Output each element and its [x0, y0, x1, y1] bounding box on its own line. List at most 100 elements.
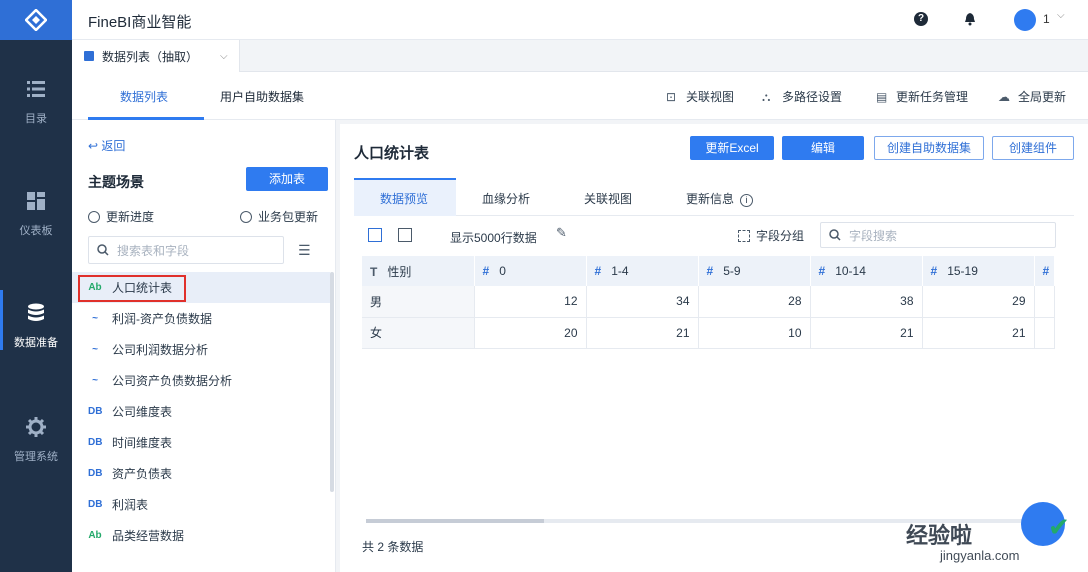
multipath-button[interactable]: ⛬ 多路径设置	[762, 88, 842, 105]
update-progress-link[interactable]: 更新进度	[88, 208, 154, 225]
tab-update-info[interactable]: 更新信息 i	[686, 190, 754, 207]
analysis-icon: ~	[92, 344, 98, 355]
nav-item-admin[interactable]: 管理系统	[0, 416, 72, 464]
relation-view-button[interactable]: ⊡ 关联视图	[666, 88, 734, 105]
list-item-label: 利润表	[112, 498, 149, 512]
app-logo[interactable]	[0, 0, 72, 40]
number-type-icon: #	[594, 264, 602, 278]
column-header[interactable]: #0	[474, 256, 587, 286]
watermark-url: jingyanla.com	[940, 548, 1020, 563]
list-item-label: 公司利润数据分析	[112, 343, 209, 357]
tab-data-preview[interactable]: 数据预览	[380, 190, 428, 207]
tab-lineage[interactable]: 血缘分析	[482, 190, 530, 207]
app-title: FineBI商业智能	[88, 14, 192, 31]
update-task-button[interactable]: ▤ 更新任务管理	[876, 88, 968, 105]
list-item[interactable]: DB 时间维度表	[72, 427, 330, 458]
nav-label: 目录	[25, 113, 47, 125]
column-header[interactable]: #	[1034, 256, 1055, 286]
watermark-text: 经验啦	[906, 523, 973, 548]
global-update-button[interactable]: ☁ 全局更新	[998, 88, 1066, 105]
table-cell	[1034, 317, 1055, 349]
user-name[interactable]: 1	[1043, 12, 1050, 26]
main-card: 人口统计表 更新Excel 编辑 创建自助数据集 创建组件 数据预览 血缘分析 …	[340, 124, 1088, 572]
filter-icon[interactable]: ☰	[298, 242, 311, 259]
field-search-input[interactable]: 字段搜索	[820, 222, 1056, 248]
list-item-label: 利润-资产负债数据	[112, 312, 212, 326]
column-name: 1-4	[611, 264, 629, 278]
column-header[interactable]: #10-14	[810, 256, 923, 286]
list-item[interactable]: ~ 公司利润数据分析	[72, 334, 330, 365]
table-cell: 38	[810, 286, 923, 318]
create-component-button[interactable]: 创建组件	[992, 136, 1074, 160]
chevron-down-icon[interactable]: ⌵	[1057, 10, 1065, 21]
nav-item-dashboard[interactable]: 仪表板	[0, 190, 72, 238]
tab-label: 更新信息	[686, 192, 735, 206]
nav-label: 数据准备	[14, 337, 58, 349]
column-header[interactable]: T 性别	[362, 256, 475, 286]
list-icon	[27, 81, 45, 97]
back-link[interactable]: ↩ 返回	[88, 137, 125, 154]
table-cell: 女	[362, 317, 475, 349]
number-type-icon: #	[482, 264, 490, 278]
column-name: 15-19	[947, 264, 978, 278]
hierarchy-icon: ⛬	[762, 89, 771, 104]
grid-view-icon[interactable]	[368, 228, 382, 242]
help-icon[interactable]: ?	[914, 12, 928, 26]
table-cell	[1034, 286, 1055, 318]
top-bar: FineBI商业智能 ? 1 ⌵	[72, 0, 1088, 40]
create-dataset-button[interactable]: 创建自助数据集	[874, 136, 984, 160]
list-item[interactable]: Ab 品类经营数据	[72, 520, 330, 551]
pencil-icon[interactable]: ✎	[556, 225, 567, 241]
tab-self-service-dataset[interactable]: 用户自助数据集	[220, 88, 304, 105]
database-icon	[28, 303, 44, 321]
list-item[interactable]: DB 资产负债表	[72, 458, 330, 489]
row-count-label: 显示5000行数据	[450, 231, 537, 245]
bell-icon[interactable]	[964, 12, 976, 26]
scrollbar-thumb[interactable]	[366, 519, 544, 523]
bizpkg-label: 业务包更新	[258, 210, 319, 224]
table-cell: 21	[922, 317, 1035, 349]
tab-relation-view[interactable]: 关联视图	[584, 190, 632, 207]
check-icon: ✔	[1048, 512, 1070, 542]
file-tab[interactable]: 数据列表（抽取） ⌵	[72, 40, 240, 72]
highlight-box	[78, 275, 186, 302]
list-item[interactable]: ~ 利润-资产负债数据	[72, 303, 330, 334]
analysis-icon: ~	[92, 375, 98, 386]
column-header[interactable]: #5-9	[698, 256, 811, 286]
column-name: 0	[499, 264, 506, 278]
list-item[interactable]: DB 公司维度表	[72, 396, 330, 427]
search-placeholder: 搜索表和字段	[117, 243, 190, 258]
nav-item-catalog[interactable]: 目录	[0, 78, 72, 126]
update-excel-button[interactable]: 更新Excel	[690, 136, 774, 160]
db-table-icon: DB	[88, 468, 103, 479]
column-header[interactable]: #1-4	[586, 256, 699, 286]
scrollbar[interactable]	[330, 272, 334, 492]
add-table-button[interactable]: 添加表	[246, 167, 328, 191]
left-panel: ↩ 返回 主题场景 添加表 更新进度 业务包更新 搜索表和字段 ☰ Ab 人口统…	[72, 120, 336, 572]
content-tabs: 数据预览 血缘分析 关联视图 更新信息 i	[354, 178, 1074, 216]
field-group-button[interactable]: 字段分组	[738, 227, 804, 244]
avatar[interactable]	[1014, 9, 1036, 31]
list-item[interactable]: DB 利润表	[72, 489, 330, 520]
edit-button[interactable]: 编辑	[782, 136, 864, 160]
nav-label: 管理系统	[14, 451, 58, 463]
chevron-down-icon[interactable]: ⌵	[220, 51, 228, 62]
table-search-input[interactable]: 搜索表和字段	[88, 236, 284, 264]
tab-data-list[interactable]: 数据列表	[120, 88, 168, 105]
table-cell: 29	[922, 286, 1035, 318]
bizpkg-update-link[interactable]: 业务包更新	[240, 208, 318, 225]
analysis-icon: ~	[92, 313, 98, 324]
form-view-icon[interactable]	[398, 228, 412, 242]
nav-label: 仪表板	[19, 225, 53, 237]
table-header-row: T 性别 #0 #1-4 #5-9 #10-14 #15-19 #	[362, 256, 1055, 286]
table-cell: 12	[474, 286, 587, 318]
number-type-icon: #	[706, 264, 714, 278]
number-type-icon: #	[818, 264, 826, 278]
db-table-icon: DB	[88, 406, 103, 417]
nav-item-data-prep[interactable]: 数据准备	[0, 290, 72, 350]
table-row: 女 20 21 10 21 21	[362, 317, 1055, 349]
column-header[interactable]: #15-19	[922, 256, 1035, 286]
list-item[interactable]: ~ 公司资产负债数据分析	[72, 365, 330, 396]
table-cell: 34	[586, 286, 699, 318]
table-cell: 20	[474, 317, 587, 349]
